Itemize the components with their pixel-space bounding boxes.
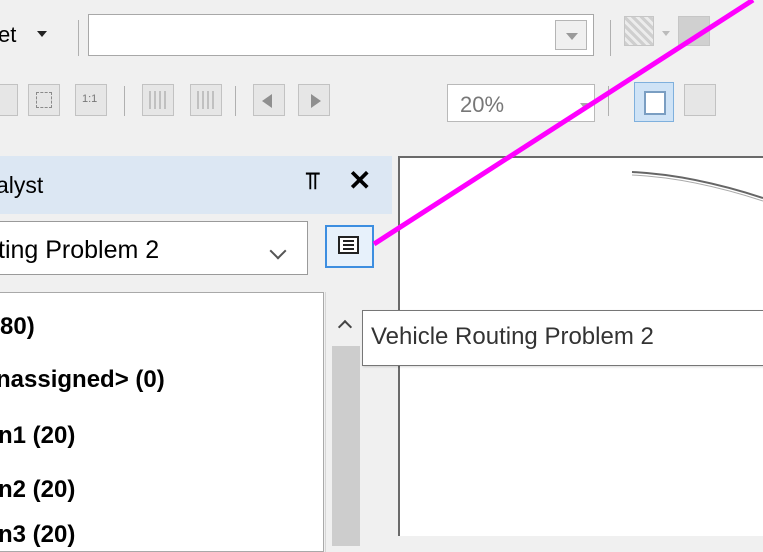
toolbar-separator bbox=[78, 20, 79, 56]
zoom-percent-value: 20% bbox=[460, 92, 505, 117]
toolbar-separator bbox=[608, 86, 609, 116]
forward-extent-icon[interactable] bbox=[298, 84, 330, 116]
analysis-selector-value: ting Problem 2 bbox=[0, 236, 160, 264]
toggle-draft-mode-icon[interactable] bbox=[634, 82, 674, 122]
pan-icon[interactable] bbox=[0, 84, 18, 116]
pin-icon[interactable]: ⫪ bbox=[306, 168, 320, 196]
target-combo-dropdown-button[interactable] bbox=[555, 20, 587, 50]
route-line bbox=[631, 171, 763, 202]
tree-item-orders[interactable]: (80) bbox=[0, 313, 35, 341]
network-analyst-pane-header bbox=[0, 156, 392, 214]
layer-dropdown-arrow-icon[interactable] bbox=[37, 31, 47, 37]
toolbar-separator bbox=[124, 86, 125, 116]
close-icon[interactable]: ✕ bbox=[348, 164, 371, 197]
layer-dropdown-label[interactable]: et bbox=[0, 22, 16, 48]
focus-data-frame-icon[interactable] bbox=[684, 84, 716, 116]
chevron-down-icon bbox=[566, 33, 578, 40]
zoom-dropdown-icon[interactable] bbox=[580, 103, 588, 108]
zoom-whole-page-icon[interactable] bbox=[28, 84, 60, 116]
scrollbar-thumb[interactable] bbox=[332, 346, 360, 546]
zoom-100-label: 1:1 bbox=[82, 93, 98, 105]
pane-title: alyst bbox=[0, 172, 44, 198]
select-features-icon[interactable] bbox=[624, 16, 654, 46]
properties-icon bbox=[338, 236, 359, 254]
toolbar-separator bbox=[610, 20, 611, 56]
zoom-100-percent-icon[interactable]: 1:1 bbox=[75, 84, 107, 116]
select-features-dropdown-icon[interactable] bbox=[662, 31, 670, 36]
toolbar-separator bbox=[235, 86, 236, 116]
tree-item-route-3[interactable]: n3 (20) bbox=[0, 521, 75, 549]
back-extent-icon[interactable] bbox=[253, 84, 285, 116]
tree-item-route-1[interactable]: n1 (20) bbox=[0, 422, 75, 450]
tree-item-unassigned[interactable]: nassigned> (0) bbox=[0, 366, 165, 394]
fixed-zoom-in-icon[interactable] bbox=[142, 84, 174, 116]
tooltip-text: Vehicle Routing Problem 2 bbox=[371, 323, 654, 350]
raster-tool-icon[interactable] bbox=[678, 16, 710, 46]
fixed-zoom-out-icon[interactable] bbox=[190, 84, 222, 116]
tree-item-route-2[interactable]: n2 (20) bbox=[0, 476, 75, 504]
target-combo-box[interactable] bbox=[88, 14, 594, 56]
